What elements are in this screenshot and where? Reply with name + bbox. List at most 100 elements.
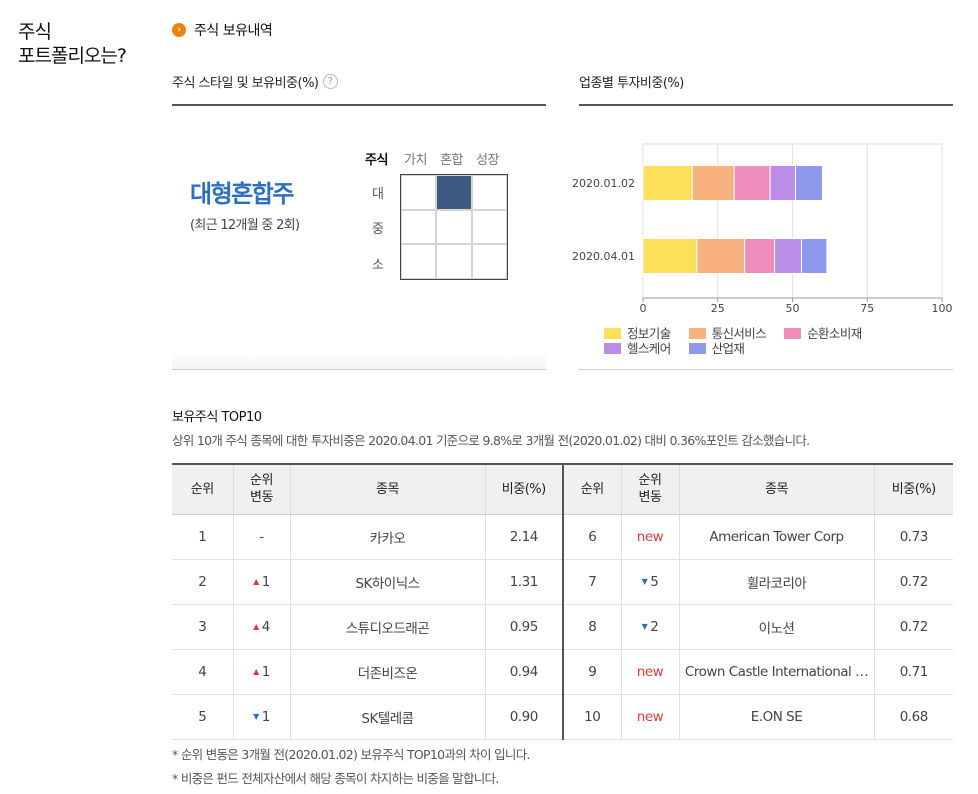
section-header: › 주식 보유내역 <box>172 20 273 40</box>
table-row: 4 ▲ 1 더존비즈온 0.94 9 new Crown Castle Internation… <box>172 649 953 695</box>
header-rank-change-line-1: 순위 <box>250 473 273 489</box>
rank-change-cell: ▲ 4 <box>232 604 290 650</box>
header-rank: 순위 <box>562 463 621 515</box>
style-grid-cell <box>401 175 437 210</box>
header-name: 종목 <box>289 463 485 515</box>
weight-cell: 0.68 <box>873 694 953 740</box>
style-grid-row-large: 대 <box>372 187 384 202</box>
help-icon[interactable]: ? <box>322 74 338 89</box>
legend-label: 통신서비스 <box>711 326 767 341</box>
rank-up-icon: ▲ <box>253 621 259 631</box>
rank-down-icon: ▼ <box>641 576 648 586</box>
rank-cell: 2 <box>172 559 233 605</box>
table-row: 1 - 카카오 2.14 6 new American Tower Corp 0.73 <box>172 514 953 560</box>
rank-change-value: - <box>259 528 264 545</box>
sector-panel-rule <box>579 104 953 106</box>
style-grid-cell <box>436 244 472 279</box>
rank-cell: 3 <box>172 604 233 650</box>
stock-name-cell: 스튜디오드래곤 <box>289 604 485 650</box>
rank-change-cell: ▼ 2 <box>620 604 679 650</box>
bar-segment <box>642 165 693 201</box>
stock-name-cell: Crown Castle International … <box>678 649 874 695</box>
rank-change-cell: new <box>620 649 679 695</box>
sector-panel-bottom-rule <box>579 369 953 370</box>
rank-change-cell: ▲ 1 <box>232 649 290 695</box>
sector-legend: 정보기술 통신서비스 순환소비재헬스케어 산업재 <box>604 326 954 356</box>
sector-panel-title-text: 업종별 투자비중(%) <box>579 76 684 91</box>
weight-cell: 0.72 <box>873 604 953 650</box>
rank-change-cell: ▲ 1 <box>232 559 290 605</box>
header-rank-change: 순위 변동 <box>620 463 679 515</box>
y-category-label: 2020.04.01 <box>572 250 635 263</box>
legend-swatch <box>604 328 621 339</box>
stock-name-cell: E.ON SE <box>678 694 874 740</box>
legend-label: 정보기술 <box>627 326 671 341</box>
weight-cell: 0.71 <box>873 649 953 695</box>
x-tick-label: 75 <box>860 302 874 315</box>
legend-swatch <box>688 343 706 354</box>
header-rank-change-line-1: 순위 <box>638 473 662 489</box>
table-row: 5 ▼ 1 SK텔레콤 0.90 10 new E.ON SE 0.68 <box>172 694 953 740</box>
weight-cell: 0.94 <box>484 649 563 695</box>
bar-segment <box>774 238 802 274</box>
rank-cell: 7 <box>562 559 621 605</box>
style-grid-row-small: 소 <box>372 258 384 273</box>
style-grid-cell <box>436 175 472 210</box>
rank-change-cell: - <box>232 514 290 560</box>
style-grid-cell <box>471 175 507 210</box>
rank-change-value: new <box>636 528 664 545</box>
legend-label: 산업재 <box>711 341 745 356</box>
weight-cell: 1.31 <box>484 559 563 605</box>
weight-cell: 0.72 <box>873 559 953 605</box>
x-tick-label: 0 <box>640 302 647 315</box>
footnote-rank-change: * 순위 변동은 3개월 전(2020.01.02) 보유주식 TOP10과의 … <box>172 747 531 762</box>
table-row: 3 ▲ 4 스튜디오드래곤 0.95 8 ▼ 2 이노션 0.72 <box>172 604 953 650</box>
rank-change-cell: new <box>620 514 679 560</box>
top10-table: 순위 순위 변동 종목 비중(%) 순위 순위 변동 종목 비중(%) 1- 카카오 2… <box>172 463 953 740</box>
rank-change-value: 1 <box>261 573 271 590</box>
style-grid-cell <box>401 209 437 245</box>
legend-item: 정보기술 <box>604 326 671 341</box>
legend-swatch <box>784 328 802 339</box>
weight-cell: 2.14 <box>484 514 563 560</box>
chevron-right-icon: › <box>172 23 186 37</box>
style-panel-bottom-rule <box>172 369 546 370</box>
sector-bar-chart: 0 25 50 75 100 2020.01.02 2020.04.01 <box>572 143 953 315</box>
legend-item: 통신서비스 <box>688 326 767 341</box>
top10-description: 상위 10개 주식 종목에 대한 투자비중은 2020.04.01 기준으로 9… <box>172 433 810 448</box>
legend-label: 순환소비재 <box>807 326 862 341</box>
bar-segment <box>794 165 823 201</box>
bar-segment <box>744 238 776 274</box>
legend-item: 헬스케어 <box>604 341 671 356</box>
style-panel-rule <box>172 104 546 106</box>
page-title-line-1: 주식 <box>18 21 52 43</box>
bar-segment <box>691 165 735 201</box>
header-rank-change: 순위 변동 <box>232 463 290 515</box>
legend-label: 헬스케어 <box>627 341 671 356</box>
bar-segment <box>800 238 828 274</box>
rank-up-icon: ▲ <box>253 576 259 586</box>
legend-swatch <box>604 343 621 354</box>
style-note: (최근 12개월 중 2회) <box>190 218 300 233</box>
style-panel-footer <box>172 352 546 369</box>
rank-change-value: 1 <box>261 663 271 680</box>
y-category-label: 2020.01.02 <box>572 177 635 190</box>
bar-segment <box>733 165 771 201</box>
style-name: 대형혼합주 <box>190 180 294 208</box>
stock-name-cell: 이노션 <box>678 604 874 650</box>
stock-name-cell: SK텔레콤 <box>289 694 485 740</box>
style-grid-cell <box>471 244 507 279</box>
rank-change-value: new <box>636 663 664 680</box>
header-weight: 비중(%) <box>873 463 953 515</box>
rank-down-icon: ▼ <box>253 711 259 721</box>
weight-cell: 0.95 <box>484 604 563 650</box>
header-rank: 순위 <box>172 463 233 515</box>
rank-down-icon: ▼ <box>641 621 648 631</box>
rank-cell: 10 <box>562 694 621 740</box>
weight-cell: 0.73 <box>873 514 953 560</box>
section-title: 주식 보유내역 <box>194 23 273 39</box>
style-grid-cell <box>471 209 507 245</box>
sector-panel-title: 업종별 투자비중(%) <box>579 72 684 91</box>
table-row: 2 ▲ 1 SK하이닉스 1.31 7 ▼ 5 휠라코리아 0.72 <box>172 559 953 605</box>
header-rank-change-line-2: 변동 <box>638 490 662 506</box>
